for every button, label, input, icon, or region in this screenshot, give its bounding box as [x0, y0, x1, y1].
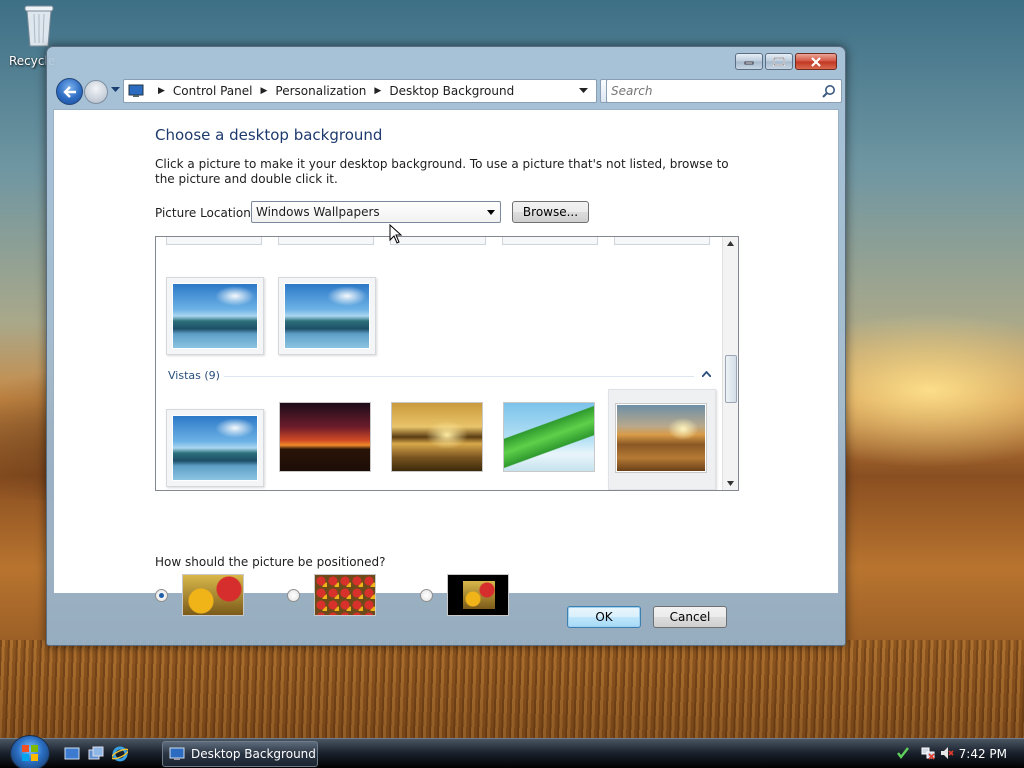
recycle-bin-icon	[24, 5, 54, 47]
control-panel-icon	[128, 84, 144, 97]
ok-button[interactable]: OK	[567, 606, 641, 628]
chevron-down-icon	[487, 210, 495, 215]
breadcrumb-separator: ▶	[374, 86, 382, 96]
show-desktop-icon[interactable]	[64, 746, 80, 762]
search-icon[interactable]	[822, 84, 836, 98]
back-button[interactable]	[56, 78, 83, 105]
maximize-icon	[773, 57, 785, 66]
close-icon	[811, 56, 821, 67]
address-bar[interactable]: ▶ Control Panel ▶ Personalization ▶ Desk…	[123, 79, 597, 103]
minimize-icon	[744, 61, 754, 64]
scrollbar-thumb[interactable]	[725, 355, 737, 403]
control-panel-icon	[169, 747, 185, 760]
gallery-group-divider	[224, 376, 694, 377]
windows-logo-icon	[22, 745, 38, 761]
breadcrumb-desktop-background[interactable]: Desktop Background	[389, 84, 514, 98]
wallpaper-thumbnail-partial[interactable]	[614, 237, 710, 245]
security-center-icon[interactable]	[896, 746, 910, 760]
internet-explorer-icon[interactable]	[112, 746, 128, 762]
wallpaper-thumbnail[interactable]	[166, 277, 264, 355]
wallpaper-thumbnail-partial[interactable]	[502, 237, 598, 245]
search-input[interactable]	[611, 83, 811, 99]
mouse-cursor-icon	[389, 224, 403, 244]
gallery-group-label: Vistas (9)	[168, 369, 220, 382]
wallpaper-thumbnail-palm[interactable]	[504, 403, 594, 471]
wallpaper-image-lake	[172, 415, 258, 481]
scroll-down-arrow-icon[interactable]	[727, 481, 734, 486]
cancel-button[interactable]: Cancel	[653, 606, 727, 628]
close-button[interactable]	[795, 53, 837, 70]
breadcrumb-separator: ▶	[158, 86, 165, 96]
caption-buttons	[735, 53, 837, 70]
breadcrumb-personalization[interactable]: Personalization	[275, 84, 366, 98]
breadcrumb-separator: ▶	[260, 86, 268, 96]
wallpaper-image-field	[616, 404, 706, 472]
wallpaper-thumbnail-sunset[interactable]	[280, 403, 370, 471]
chevron-up-icon[interactable]	[702, 371, 711, 377]
wallpaper-thumbnail-rocks[interactable]	[392, 403, 482, 471]
content-pane: Choose a desktop background Click a pict…	[53, 109, 839, 616]
taskbar-button-label: Desktop Background	[191, 747, 316, 761]
wallpaper-gallery: Vistas (9)	[155, 236, 739, 491]
scroll-up-arrow-icon[interactable]	[727, 241, 734, 246]
switch-windows-icon[interactable]	[88, 746, 104, 762]
desktop-wallpaper-grass	[0, 640, 1024, 740]
wallpaper-thumbnail-partial[interactable]	[166, 237, 262, 245]
navigation-bar: ▶ Control Panel ▶ Personalization ▶ Desk…	[53, 77, 842, 107]
gallery-scrollbar[interactable]	[722, 237, 738, 490]
notification-area: 7:42 PM	[888, 739, 1024, 768]
picture-location-value: Windows Wallpapers	[256, 205, 380, 219]
wallpaper-thumbnail-partial[interactable]	[390, 237, 486, 245]
forward-button[interactable]	[84, 80, 108, 104]
address-dropdown-icon[interactable]	[579, 88, 588, 94]
page-description: Click a picture to make it your desktop …	[155, 157, 729, 186]
wallpaper-thumbnail[interactable]	[278, 277, 376, 355]
wallpaper-image-lake	[172, 283, 258, 349]
volume-muted-icon[interactable]	[940, 746, 954, 760]
network-icon[interactable]	[921, 746, 935, 760]
page-title: Choose a desktop background	[155, 126, 383, 144]
wallpaper-thumbnail-selected[interactable]	[608, 389, 716, 490]
clock-time[interactable]: 7:42 PM	[959, 747, 1007, 761]
picture-location-label: Picture Location	[155, 206, 251, 220]
wallpaper-thumbnail-partial[interactable]	[278, 237, 374, 245]
search-box[interactable]	[606, 79, 842, 103]
minimize-button[interactable]	[735, 53, 763, 70]
recent-pages-dropdown-icon[interactable]	[111, 87, 120, 93]
dialog-footer: OK Cancel	[53, 596, 839, 639]
wallpaper-thumbnail[interactable]	[166, 409, 264, 487]
desktop-background-window: ▶ Control Panel ▶ Personalization ▶ Desk…	[46, 46, 846, 646]
picture-location-select[interactable]: Windows Wallpapers	[251, 201, 501, 223]
maximize-button[interactable]	[765, 53, 793, 70]
wallpaper-image-lake	[284, 283, 370, 349]
taskbar: Desktop Background 7:42 PM	[0, 735, 1024, 768]
back-arrow-icon	[62, 85, 76, 98]
start-button[interactable]	[10, 735, 50, 768]
breadcrumb-control-panel[interactable]: Control Panel	[173, 84, 253, 98]
position-question-label: How should the picture be positioned?	[155, 555, 386, 569]
browse-button[interactable]: Browse...	[512, 201, 589, 223]
taskbar-button-desktop-background[interactable]: Desktop Background	[162, 741, 318, 767]
